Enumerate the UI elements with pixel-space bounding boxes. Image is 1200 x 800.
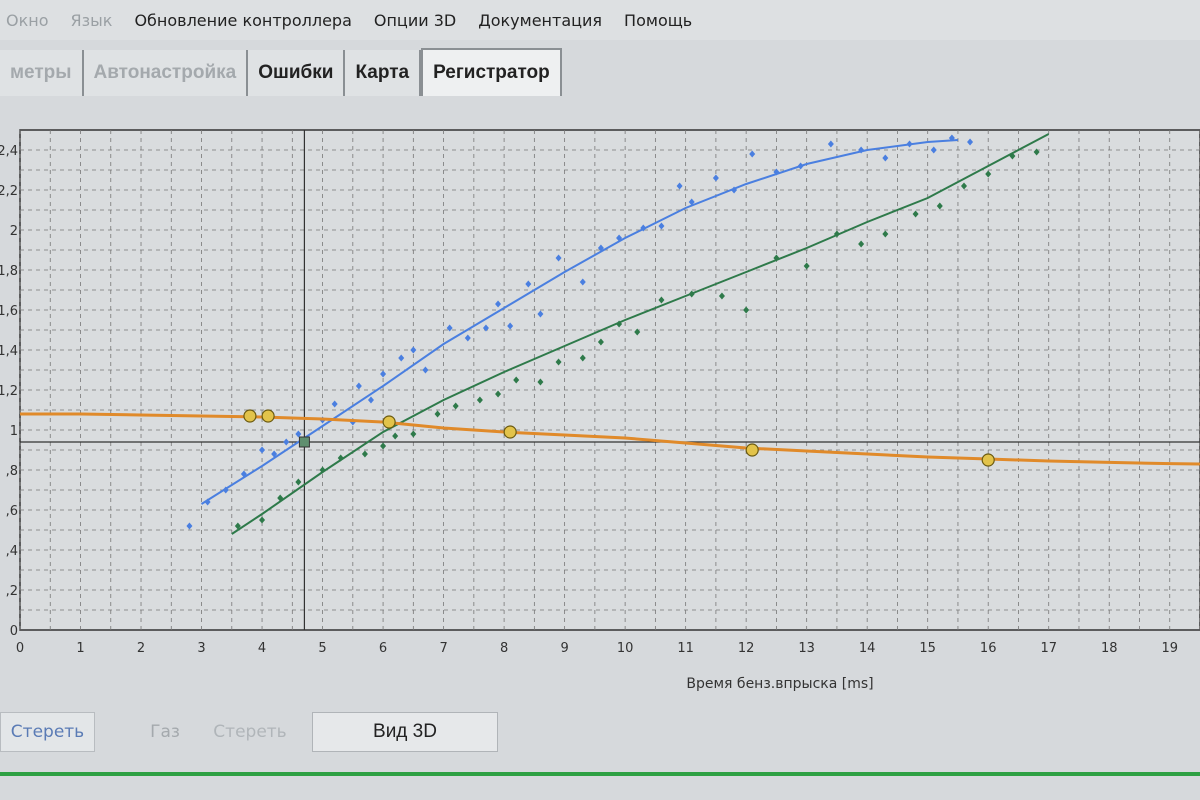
y-tick-label: 0 bbox=[10, 624, 18, 639]
tab-2[interactable]: Ошибки bbox=[248, 50, 346, 96]
tab-3[interactable]: Карта bbox=[345, 50, 422, 96]
tab-1[interactable]: Автонастройка bbox=[83, 50, 249, 96]
bottom-toolbar: Стереть Газ Стереть Вид 3D bbox=[0, 706, 1200, 766]
y-tick-label: 1,4 bbox=[0, 344, 18, 359]
x-tick-label: 3 bbox=[197, 641, 205, 656]
marker-point-5 bbox=[382, 415, 396, 429]
menu-item-5[interactable]: Помощь bbox=[624, 11, 692, 30]
x-tick-label: 14 bbox=[859, 641, 876, 656]
menu-item-0[interactable]: Окно bbox=[6, 11, 49, 30]
menu-item-4[interactable]: Документация bbox=[478, 11, 602, 30]
chart-panel: 0,2,4,6,8 1 1,2 1,4 1,6 1,8 2 2,2 2,4 0 1 2 3 4 5 6 7 8 9 1… bbox=[0, 118, 1200, 700]
y-tick-label: 1,8 bbox=[0, 264, 18, 279]
clear-button[interactable]: Стереть bbox=[0, 712, 95, 752]
tab-bar: метры Автонастройка Ошибки Карта Регистратор bbox=[0, 42, 1200, 96]
marker-point-5 bbox=[503, 425, 517, 439]
y-tick-label: ,2 bbox=[6, 584, 18, 599]
erase-button[interactable]: Стереть bbox=[200, 712, 300, 752]
x-tick-label: 2 bbox=[137, 641, 145, 656]
y-tick-label: ,8 bbox=[6, 464, 18, 479]
x-axis-label: Время бенз.впрыска [ms] bbox=[686, 676, 873, 692]
marker-point-5 bbox=[981, 453, 995, 467]
x-tick-label: 6 bbox=[379, 641, 387, 656]
y-tick-label: ,4 bbox=[6, 544, 18, 559]
x-tick-label: 17 bbox=[1040, 641, 1057, 656]
tab-4[interactable]: Регистратор bbox=[421, 48, 562, 96]
x-tick-label: 15 bbox=[919, 641, 936, 656]
x-tick-label: 5 bbox=[318, 641, 326, 656]
x-tick-label: 12 bbox=[738, 641, 755, 656]
y-tick-label: 1,2 bbox=[0, 384, 18, 399]
view-3d-button[interactable]: Вид 3D bbox=[312, 712, 498, 752]
x-tick-label: 4 bbox=[258, 641, 266, 656]
x-tick-label: 11 bbox=[677, 641, 694, 656]
x-tick-label: 1 bbox=[76, 641, 84, 656]
x-tick-label: 18 bbox=[1101, 641, 1118, 656]
menu-bar: Окно Язык Обновление контроллера Опции 3D До… bbox=[0, 0, 1200, 40]
x-tick-label: 9 bbox=[560, 641, 568, 656]
x-tick-label: 13 bbox=[798, 641, 815, 656]
menu-item-2[interactable]: Обновление контроллера bbox=[134, 11, 351, 30]
x-tick-label: 19 bbox=[1161, 641, 1178, 656]
status-line bbox=[0, 772, 1200, 776]
y-tick-label: 1,6 bbox=[0, 304, 18, 319]
marker-point-5 bbox=[243, 409, 257, 423]
menu-item-1[interactable]: Язык bbox=[71, 11, 113, 30]
y-tick-label: ,6 bbox=[6, 504, 18, 519]
x-tick-label: 8 bbox=[500, 641, 508, 656]
x-tick-label: 16 bbox=[980, 641, 997, 656]
marker-point-5 bbox=[261, 409, 275, 423]
marker-point-5 bbox=[745, 443, 759, 457]
menu-item-3[interactable]: Опции 3D bbox=[374, 11, 456, 30]
x-tick-label: 7 bbox=[439, 641, 447, 656]
y-tick-label: 2,2 bbox=[0, 184, 18, 199]
chart-svg: 0,2,4,6,811,21,41,61,822,22,40 1 2 3 4 5 6 7 8 9 1… bbox=[0, 129, 1200, 692]
tab-0[interactable]: метры bbox=[0, 50, 84, 96]
cursor-marker bbox=[298, 436, 310, 448]
y-tick-label: 2 bbox=[10, 224, 18, 239]
x-tick-label: 10 bbox=[617, 641, 634, 656]
x-tick-label: 0 bbox=[16, 641, 24, 656]
y-tick-label: 2,4 bbox=[0, 144, 18, 159]
gas-button[interactable]: Газ bbox=[140, 712, 190, 752]
plot-area bbox=[19, 129, 1200, 631]
y-tick-label: 1 bbox=[10, 424, 18, 439]
